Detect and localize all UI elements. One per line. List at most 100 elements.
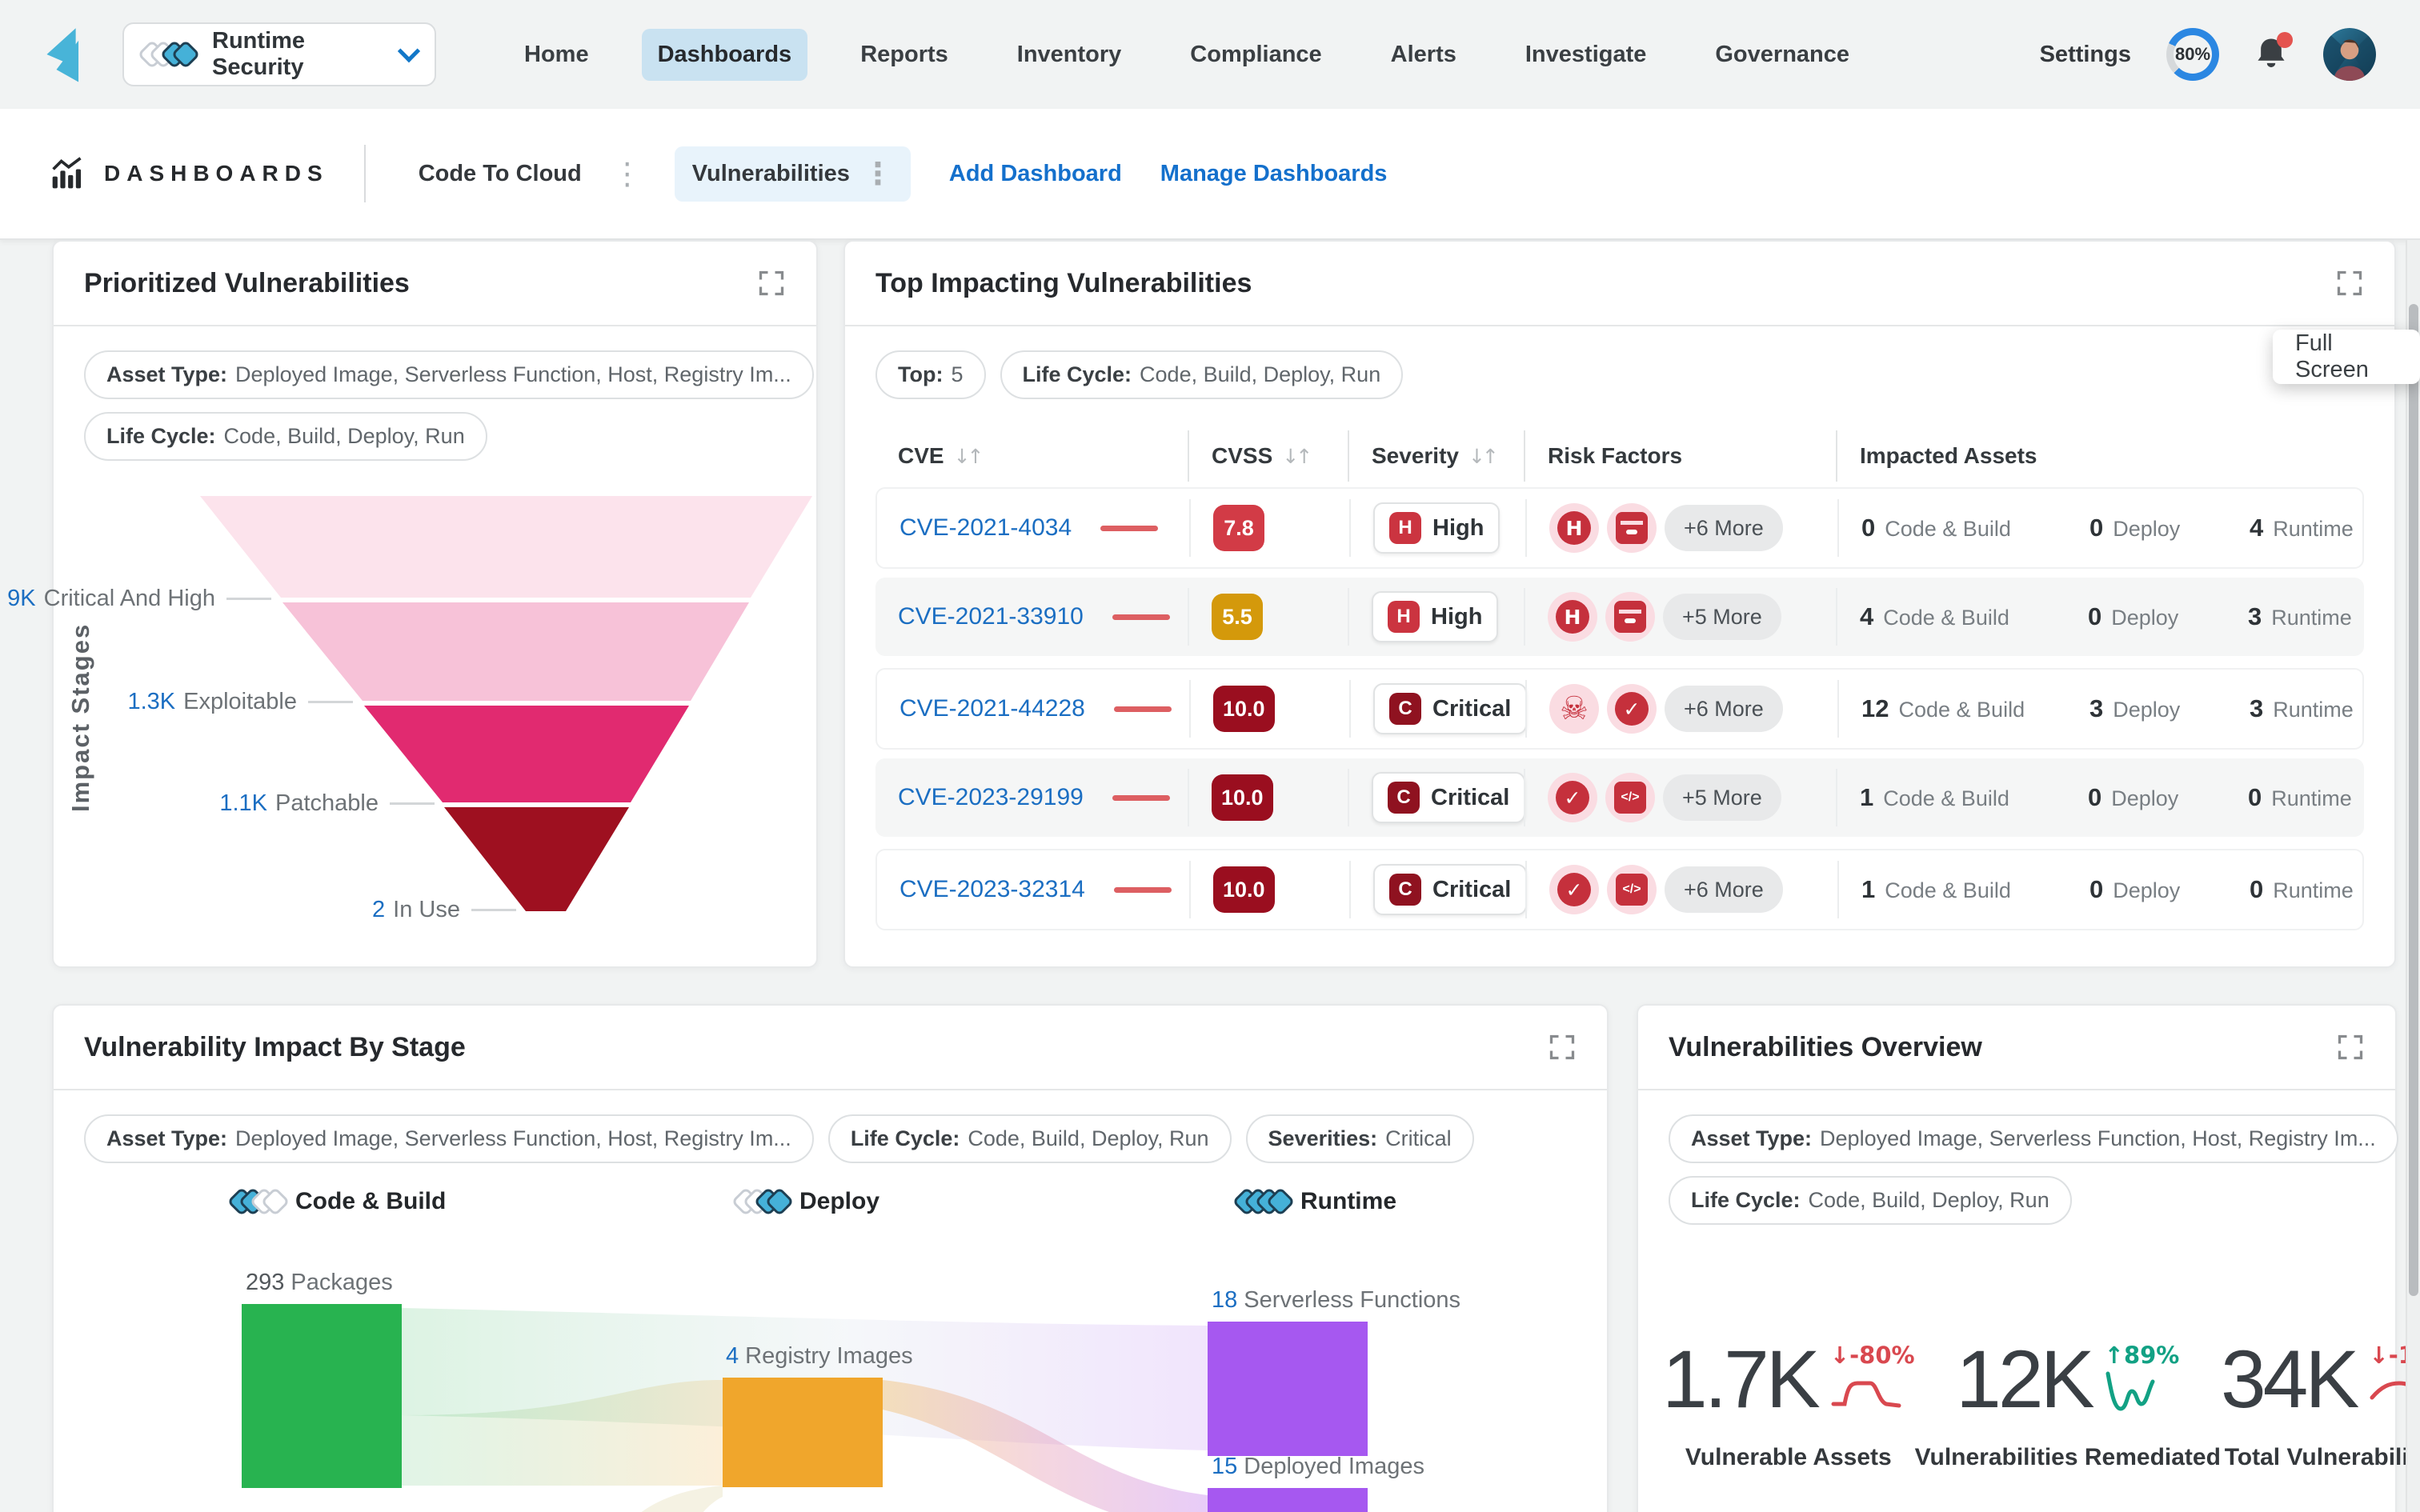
notifications-button[interactable] bbox=[2254, 37, 2288, 73]
fullscreen-icon[interactable] bbox=[1548, 1033, 1577, 1062]
vulnerabilities-overview-card: Vulnerabilities Overview Asset Type: Dep… bbox=[1637, 1004, 2397, 1512]
nav-item-compliance[interactable]: Compliance bbox=[1174, 29, 1337, 81]
nav-item-alerts[interactable]: Alerts bbox=[1375, 29, 1472, 81]
remote-code-icon[interactable]: </> bbox=[1607, 865, 1657, 914]
more-risk-factors-button[interactable]: +5 More bbox=[1663, 594, 1781, 640]
severity-letter-icon: C bbox=[1388, 782, 1420, 814]
high-severity-icon[interactable]: H bbox=[1548, 592, 1597, 642]
stat-label: Total Vulnerabilities bbox=[2225, 1444, 2420, 1471]
more-risk-factors-button[interactable]: +6 More bbox=[1665, 505, 1783, 551]
stat-value: 12K bbox=[1956, 1338, 2092, 1420]
product-switcher-dropdown[interactable]: Runtime Security bbox=[122, 22, 436, 86]
filter-asset-type[interactable]: Asset Type: Deployed Image, Serverless F… bbox=[84, 350, 814, 399]
notification-badge bbox=[2277, 32, 2293, 48]
filter-life-cycle[interactable]: Life Cycle: Code, Build, Deploy, Run bbox=[1000, 350, 1404, 399]
fullscreen-icon[interactable] bbox=[2335, 269, 2364, 298]
stat-value: 34K bbox=[2221, 1338, 2357, 1420]
stage-header-runtime: Runtime bbox=[1236, 1188, 1396, 1215]
tab-vulnerabilities[interactable]: Vulnerabilities bbox=[675, 146, 911, 202]
column-header-severity[interactable]: Severity bbox=[1348, 430, 1524, 482]
add-dashboard-link[interactable]: Add Dashboard bbox=[949, 161, 1122, 187]
stat-label: Vulnerable Assets bbox=[1685, 1444, 1892, 1471]
full-screen-tooltip: Full Screen bbox=[2273, 330, 2420, 384]
card-header: Top Impacting Vulnerabilities bbox=[845, 242, 2394, 326]
cvss-cell: 7.8 bbox=[1189, 499, 1349, 557]
table-row[interactable]: CVE-2021-44228 10.0 C Critical ☠ ✓ +6 Mo… bbox=[875, 668, 2364, 750]
user-avatar[interactable] bbox=[2323, 28, 2376, 81]
more-risk-factors-button[interactable]: +6 More bbox=[1665, 866, 1783, 913]
filter-life-cycle[interactable]: Life Cycle: Code, Build, Deploy, Run bbox=[1669, 1176, 2072, 1225]
filter-pills: Top: 5 Life Cycle: Code, Build, Deploy, … bbox=[845, 326, 2394, 399]
nav-item-inventory[interactable]: Inventory bbox=[1001, 29, 1138, 81]
stage-diamonds-icon bbox=[735, 1191, 790, 1212]
funnel-label-in-use: 2 In Use bbox=[54, 897, 516, 923]
check-icon[interactable]: ✓ bbox=[1607, 684, 1657, 734]
cve-cell: CVE-2021-44228 bbox=[877, 680, 1189, 738]
more-risk-factors-button[interactable]: +6 More bbox=[1665, 686, 1783, 732]
filter-life-cycle[interactable]: Life Cycle: Code, Build, Deploy, Run bbox=[84, 412, 487, 461]
stat-delta: ↑89% bbox=[2105, 1342, 2180, 1369]
cve-link[interactable]: CVE-2021-44228 bbox=[899, 695, 1085, 722]
tab-menu-icon[interactable] bbox=[863, 162, 893, 186]
filter-severities[interactable]: Severities: Critical bbox=[1246, 1114, 1474, 1163]
high-severity-icon[interactable]: H bbox=[1549, 503, 1599, 553]
stat-vulnerabilities-remediated: 12K ↑89% Vulnerabilities Remediated bbox=[1915, 1338, 2221, 1471]
tab-menu-icon[interactable] bbox=[612, 162, 643, 186]
remote-code-icon[interactable]: </> bbox=[1605, 773, 1655, 822]
cvss-badge: 10.0 bbox=[1213, 866, 1275, 913]
severity-letter-icon: C bbox=[1389, 693, 1421, 725]
table-row[interactable]: CVE-2021-4034 7.8 H High H +6 More 0Code… bbox=[875, 487, 2364, 569]
table-row[interactable]: CVE-2023-29199 10.0 C Critical ✓ </> +5 … bbox=[875, 758, 2364, 837]
fullscreen-icon[interactable] bbox=[2336, 1033, 2365, 1062]
nav-item-reports[interactable]: Reports bbox=[844, 29, 964, 81]
filter-asset-type[interactable]: Asset Type: Deployed Image, Serverless F… bbox=[84, 1114, 814, 1163]
impacted-assets-cell: 12Code & Build 3Deploy 3Runtime bbox=[1837, 680, 2362, 738]
prisma-cloud-logo-icon[interactable] bbox=[44, 24, 94, 85]
nav-item-home[interactable]: Home bbox=[508, 29, 605, 81]
nav-item-governance[interactable]: Governance bbox=[1699, 29, 1865, 81]
usage-ring[interactable]: 80% bbox=[2166, 28, 2219, 81]
impacted-assets-cell: 1Code & Build 0Deploy 0Runtime bbox=[1836, 769, 2364, 826]
tab-code-to-cloud[interactable]: Code To Cloud bbox=[401, 146, 599, 202]
manage-dashboards-link[interactable]: Manage Dashboards bbox=[1160, 161, 1388, 187]
trend-sparkline bbox=[1112, 614, 1170, 620]
nav-item-investigate[interactable]: Investigate bbox=[1509, 29, 1663, 81]
column-header-risk-factors: Risk Factors bbox=[1524, 430, 1836, 482]
column-header-cve[interactable]: CVE bbox=[875, 430, 1188, 482]
archive-icon[interactable] bbox=[1607, 503, 1657, 553]
sankey-node-registry-images bbox=[723, 1378, 883, 1487]
cve-link[interactable]: CVE-2023-29199 bbox=[898, 784, 1084, 811]
check-icon[interactable]: ✓ bbox=[1548, 773, 1597, 822]
section-label: DASHBOARDS bbox=[104, 161, 329, 186]
node-label-serverless-functions: 18Serverless Functions bbox=[1212, 1287, 1460, 1314]
table-row[interactable]: CVE-2021-33910 5.5 H High H +5 More 4Cod… bbox=[875, 578, 2364, 656]
stat-vulnerable-assets: 1.7K ↓-80% Vulnerable Assets bbox=[1662, 1338, 1915, 1471]
card-title: Prioritized Vulnerabilities bbox=[84, 268, 410, 299]
fullscreen-icon[interactable] bbox=[757, 269, 786, 298]
scrollbar-thumb[interactable] bbox=[2409, 304, 2418, 1296]
filter-top[interactable]: Top: 5 bbox=[875, 350, 986, 399]
malware-icon[interactable]: ☠ bbox=[1549, 684, 1599, 734]
table-header: CVE CVSS Severity Risk Factors Impacted … bbox=[875, 430, 2364, 482]
sort-icon bbox=[954, 445, 981, 468]
check-icon[interactable]: ✓ bbox=[1549, 865, 1599, 914]
filter-asset-type[interactable]: Asset Type: Deployed Image, Serverless F… bbox=[1669, 1114, 2398, 1163]
table-row[interactable]: CVE-2023-32314 10.0 C Critical ✓ </> +6 … bbox=[875, 849, 2364, 930]
cve-link[interactable]: CVE-2023-32314 bbox=[899, 876, 1085, 903]
column-header-cvss[interactable]: CVSS bbox=[1188, 430, 1348, 482]
archive-icon[interactable] bbox=[1605, 592, 1655, 642]
cvss-cell: 10.0 bbox=[1188, 769, 1348, 826]
cve-link[interactable]: CVE-2021-33910 bbox=[898, 603, 1084, 630]
more-risk-factors-button[interactable]: +5 More bbox=[1663, 774, 1781, 821]
cvss-badge: 7.8 bbox=[1213, 505, 1264, 551]
stat-delta: ↓-80% bbox=[1830, 1342, 1915, 1369]
severity-letter-icon: C bbox=[1389, 874, 1421, 906]
stat-label: Vulnerabilities Remediated bbox=[1915, 1444, 2221, 1471]
settings-button[interactable]: Settings bbox=[2040, 42, 2131, 68]
cve-link[interactable]: CVE-2021-4034 bbox=[899, 514, 1072, 542]
card-title: Vulnerability Impact By Stage bbox=[84, 1032, 466, 1063]
node-label-registry-images: 4Registry Images bbox=[726, 1343, 913, 1370]
nav-item-dashboards[interactable]: Dashboards bbox=[642, 29, 808, 81]
filter-life-cycle[interactable]: Life Cycle: Code, Build, Deploy, Run bbox=[828, 1114, 1232, 1163]
severity-letter-icon: H bbox=[1389, 512, 1421, 544]
